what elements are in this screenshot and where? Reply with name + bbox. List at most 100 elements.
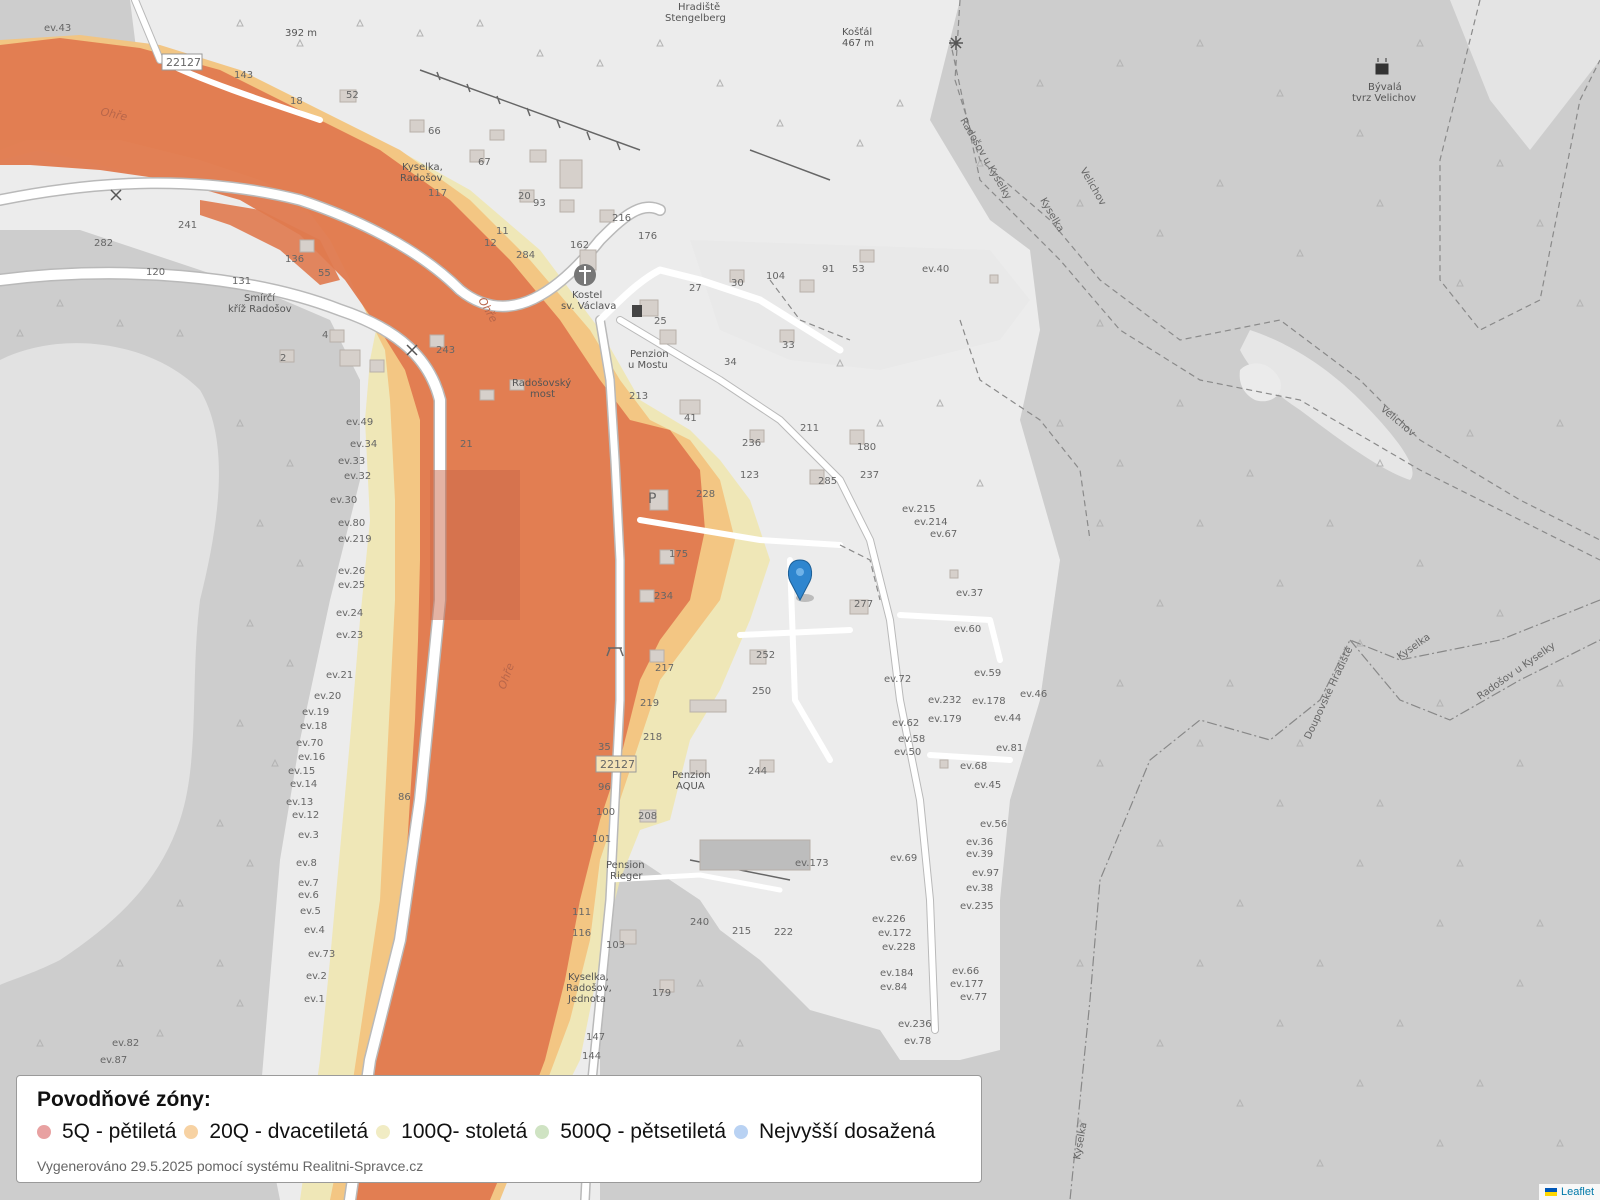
svg-text:ev.97: ev.97 [972,868,999,879]
svg-text:4: 4 [322,330,328,341]
svg-text:ev.68: ev.68 [960,761,987,772]
map-view[interactable]: Ohře Ohře Ohře 22127 22127 Kostel sv. Vác… [0,0,1600,1200]
svg-text:33: 33 [782,340,795,351]
svg-text:217: 217 [655,663,674,674]
svg-text:ev.16: ev.16 [298,752,325,763]
svg-text:176: 176 [638,231,657,242]
svg-text:ev.77: ev.77 [960,992,987,1003]
svg-text:ev.226: ev.226 [872,914,906,925]
svg-text:244: 244 [748,766,767,777]
svg-text:234: 234 [654,591,673,602]
bus-stop-label: Kyselka, Radošov, Jednota [566,972,612,1005]
svg-text:ev.81: ev.81 [996,743,1023,754]
svg-text:21: 21 [460,439,473,450]
svg-text:22127: 22127 [600,758,635,771]
legend-item-20q: 20Q - dvacetiletá [184,1120,368,1144]
legend-items: 5Q - pětiletá 20Q - dvacetiletá 100Q- st… [37,1120,961,1144]
svg-text:ev.40: ev.40 [922,264,949,275]
viewpoint-icon [949,36,963,50]
svg-text:ev.82: ev.82 [112,1038,139,1049]
svg-text:ev.215: ev.215 [902,504,936,515]
legend-swatch-max [734,1125,749,1139]
leaflet-link[interactable]: Leaflet [1561,1186,1594,1198]
svg-text:ev.5: ev.5 [300,906,321,917]
svg-text:111: 111 [572,907,591,918]
memorial-icon [632,305,642,317]
svg-text:ev.178: ev.178 [972,696,1006,707]
svg-text:131: 131 [232,276,251,287]
svg-text:215: 215 [732,926,751,937]
map-canvas[interactable]: Ohře Ohře Ohře 22127 22127 Kostel sv. Vác… [0,0,1600,1200]
legend-label-100q: 100Q- stoletá [401,1120,528,1143]
svg-text:20: 20 [518,191,531,202]
svg-text:252: 252 [756,650,775,661]
svg-text:213: 213 [629,391,648,402]
svg-text:ev.18: ev.18 [300,721,327,732]
pension-rieger-label: Pension Rieger [606,860,645,882]
svg-text:284: 284 [516,250,535,261]
svg-text:241: 241 [178,220,197,231]
svg-text:ev.177: ev.177 [950,979,984,990]
legend-item-100q: 100Q- stoletá [376,1120,527,1144]
svg-text:ev.1: ev.1 [304,994,325,1005]
svg-text:35: 35 [598,742,611,753]
svg-text:ev.70: ev.70 [296,738,323,749]
svg-text:ev.43: ev.43 [44,23,71,34]
svg-text:11: 11 [496,226,509,237]
road-shield-top: 22127 [161,53,203,71]
svg-text:162: 162 [570,240,589,251]
svg-text:ev.236: ev.236 [898,1019,932,1030]
kostal-label: Košťál 467 m [842,26,874,49]
flood-zones-legend: Povodňové zóny: 5Q - pětiletá 20Q - dvac… [16,1075,982,1183]
svg-text:ev.84: ev.84 [880,982,907,993]
legend-item-max: Nejvyšší dosažená [734,1120,935,1144]
svg-text:ev.172: ev.172 [878,928,912,939]
svg-text:277: 277 [854,599,873,610]
svg-text:ev.214: ev.214 [914,517,948,528]
svg-text:41: 41 [684,413,697,424]
svg-text:ev.39: ev.39 [966,849,993,860]
svg-text:ev.3: ev.3 [298,830,319,841]
parking-icon: P [648,491,656,507]
legend-item-5q: 5Q - pětiletá [37,1120,176,1144]
legend-swatch-100q [376,1125,391,1139]
svg-text:250: 250 [752,686,771,697]
svg-text:ev.179: ev.179 [928,714,962,725]
svg-text:ev.6: ev.6 [298,890,319,901]
svg-text:101: 101 [592,834,611,845]
svg-text:ev.219: ev.219 [338,534,372,545]
legend-item-500q: 500Q - pětsetiletá [535,1120,726,1144]
svg-text:ev.19: ev.19 [302,707,329,718]
legend-swatch-5q [37,1125,51,1139]
svg-text:ev.60: ev.60 [954,624,981,635]
svg-text:53: 53 [852,264,865,275]
svg-text:ev.66: ev.66 [952,966,979,977]
svg-text:179: 179 [652,988,671,999]
svg-text:208: 208 [638,811,657,822]
svg-text:ev.228: ev.228 [882,942,916,953]
svg-text:143: 143 [234,70,253,81]
legend-footer: Vygenerováno 29.5.2025 pomocí systému Re… [37,1158,424,1174]
svg-text:ev.30: ev.30 [330,495,357,506]
svg-text:ev.69: ev.69 [890,853,917,864]
svg-text:175: 175 [669,549,688,560]
svg-text:ev.46: ev.46 [1020,689,1047,700]
svg-text:180: 180 [857,442,876,453]
svg-text:93: 93 [533,198,546,209]
legend-label-max: Nejvyšší dosažená [759,1120,936,1143]
svg-text:ev.24: ev.24 [336,608,363,619]
svg-text:ev.36: ev.36 [966,837,993,848]
svg-text:240: 240 [690,917,709,928]
svg-text:ev.50: ev.50 [894,747,921,758]
svg-text:ev.38: ev.38 [966,883,993,894]
svg-text:243: 243 [436,345,455,356]
svg-text:116: 116 [572,928,591,939]
svg-text:ev.49: ev.49 [346,417,373,428]
svg-text:ev.2: ev.2 [306,971,327,982]
legend-label-500q: 500Q - pětsetiletá [560,1120,727,1143]
legend-label-5q: 5Q - pětiletá [62,1120,177,1143]
svg-text:ev.8: ev.8 [296,858,317,869]
svg-text:ev.45: ev.45 [974,780,1001,791]
church-icon [574,264,596,286]
svg-text:18: 18 [290,96,303,107]
